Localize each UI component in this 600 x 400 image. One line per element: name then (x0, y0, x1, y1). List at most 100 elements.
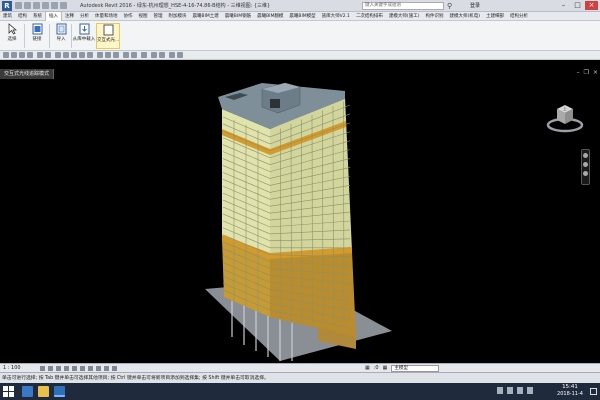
clock-date[interactable]: 2018-11-4 (552, 391, 588, 397)
tab-architecture[interactable]: 建筑 (0, 12, 15, 21)
rotate-icon[interactable] (87, 52, 93, 58)
tab-analyze[interactable]: 分析 (77, 12, 92, 21)
measure-icon[interactable] (60, 2, 67, 9)
tab-insert[interactable]: 插入 (45, 11, 62, 21)
redo-icon[interactable] (42, 2, 49, 9)
undo-icon[interactable] (33, 2, 40, 9)
tab-systems[interactable]: 系统 (30, 12, 45, 21)
tab-manage[interactable]: 管理 (151, 12, 166, 21)
tab-family-master[interactable]: 族库大师V2.1 (319, 12, 353, 21)
clock-time[interactable]: 15:41 (555, 384, 585, 390)
tab-structure[interactable]: 结构 (15, 12, 30, 21)
select-label: 选择 (7, 37, 17, 42)
visual-style-icon[interactable] (48, 366, 53, 371)
move-icon[interactable] (79, 52, 85, 58)
pan-icon[interactable] (583, 171, 588, 176)
open-icon[interactable] (15, 2, 22, 9)
close-icon[interactable]: × (585, 1, 598, 10)
rendering-icon[interactable] (72, 366, 77, 371)
load-from-library-button[interactable]: 从库中载入 (72, 23, 96, 49)
import-button[interactable]: 导入 (51, 23, 71, 49)
tab-civil-detail[interactable]: 土建细部 (483, 12, 507, 21)
window-title: Autodesk Revit 2016 - 绿东-杭州理想_HSE-4-16-7… (80, 3, 271, 9)
sign-in-link[interactable]: 登录 (470, 2, 480, 10)
tab-addins[interactable]: 附加模块 (166, 12, 190, 21)
tab-view[interactable]: 视图 (136, 12, 151, 21)
show-crop-icon[interactable] (88, 366, 93, 371)
copy-icon[interactable] (11, 52, 17, 58)
search-input[interactable]: 键入关键字或短语 (362, 2, 444, 10)
select-button[interactable]: 选择 (2, 23, 22, 49)
print-icon[interactable] (51, 2, 58, 9)
temporary-hide-icon[interactable] (104, 366, 109, 371)
worksets-icon[interactable]: ▦ (365, 365, 370, 372)
tab-component-recognition[interactable]: 构件识别 (422, 12, 446, 21)
paste-icon[interactable] (27, 52, 33, 58)
viewcube[interactable]: 上 (545, 97, 585, 137)
main-model-select[interactable]: 主模型 (391, 365, 440, 372)
sun-path-icon[interactable] (56, 366, 61, 371)
trim-icon[interactable] (97, 52, 103, 58)
tab-collaborate[interactable]: 协作 (121, 12, 136, 21)
offset-icon[interactable] (63, 52, 69, 58)
scale-icon[interactable] (123, 52, 129, 58)
save-icon[interactable] (24, 2, 31, 9)
volume-icon[interactable] (507, 387, 513, 394)
revit-taskbar-icon[interactable] (54, 386, 65, 397)
divider (24, 24, 25, 48)
file-explorer-icon[interactable] (38, 386, 49, 397)
start-windows-icon[interactable] (3, 386, 14, 397)
tab-secondary-structure[interactable]: 二次结构排布 (353, 12, 386, 21)
reveal-hidden-icon[interactable] (112, 366, 117, 371)
tab-model-master-mep[interactable]: 建模大师(机电) (446, 12, 483, 21)
cut-icon[interactable] (19, 52, 25, 58)
input-method-icon[interactable] (517, 387, 523, 394)
action-center-icon[interactable] (590, 388, 597, 395)
delete-icon[interactable] (141, 52, 147, 58)
tab-chenxi-civil[interactable]: 晨曦BIM土建 (190, 12, 222, 21)
array-icon[interactable] (113, 52, 119, 58)
dimension-icon[interactable] (159, 52, 165, 58)
tab-chenxi-rebar[interactable]: 晨曦BIM钢筋 (222, 12, 254, 21)
link-button[interactable]: 链接 (27, 23, 47, 49)
maximize-icon[interactable]: □ (571, 1, 584, 10)
cope-icon[interactable] (45, 52, 51, 58)
minimize-icon[interactable]: – (557, 1, 570, 10)
building-model[interactable] (0, 69, 600, 363)
status-right: ▦ :0 ▦ 主模型 (365, 365, 440, 372)
align-icon[interactable] (55, 52, 61, 58)
modify-icon[interactable] (3, 52, 9, 58)
revit-logo-icon[interactable]: R (2, 1, 12, 11)
tab-massing-site[interactable]: 体量和场地 (92, 12, 121, 21)
tab-chenxi-model-convert[interactable]: 晨曦BIM翻模 (254, 12, 286, 21)
search-icon[interactable]: ⚲ (447, 2, 452, 10)
interactive-raytrace-button[interactable]: 交互式光... (96, 23, 120, 49)
3d-viewport[interactable]: 交互式光线追踪模式 – ❐ × 上 (0, 69, 600, 363)
detail-level-icon[interactable] (40, 366, 45, 371)
import-label: 导入 (56, 37, 66, 42)
divider (49, 24, 50, 48)
zoom-icon[interactable] (583, 162, 588, 167)
battery-icon[interactable] (527, 387, 533, 394)
lock-3d-icon[interactable] (96, 366, 101, 371)
tab-annotate[interactable]: 注释 (62, 12, 77, 21)
join-icon[interactable] (37, 52, 43, 58)
shadows-icon[interactable] (64, 366, 69, 371)
filter-count: :0 (373, 365, 379, 371)
browser-icon[interactable] (22, 386, 33, 397)
crop-view-icon[interactable] (80, 366, 85, 371)
measure-tool-icon[interactable] (151, 52, 157, 58)
network-icon[interactable] (497, 387, 503, 394)
split-icon[interactable] (105, 52, 111, 58)
tab-chenxi-model[interactable]: 晨曦BIM模型 (286, 12, 318, 21)
mirror-icon[interactable] (71, 52, 77, 58)
section-icon[interactable] (177, 52, 183, 58)
steering-wheel-icon[interactable] (583, 153, 588, 158)
pin-icon[interactable] (131, 52, 137, 58)
text-icon[interactable] (169, 52, 175, 58)
viewcube-face-label: 上 (563, 105, 567, 111)
tab-model-master-construction[interactable]: 建模大师(施工) (386, 12, 423, 21)
tab-structural-analysis[interactable]: 结构分析 (507, 12, 531, 21)
design-options-icon[interactable]: ▦ (383, 365, 388, 372)
view-scale[interactable]: 1 : 100 (3, 365, 21, 372)
